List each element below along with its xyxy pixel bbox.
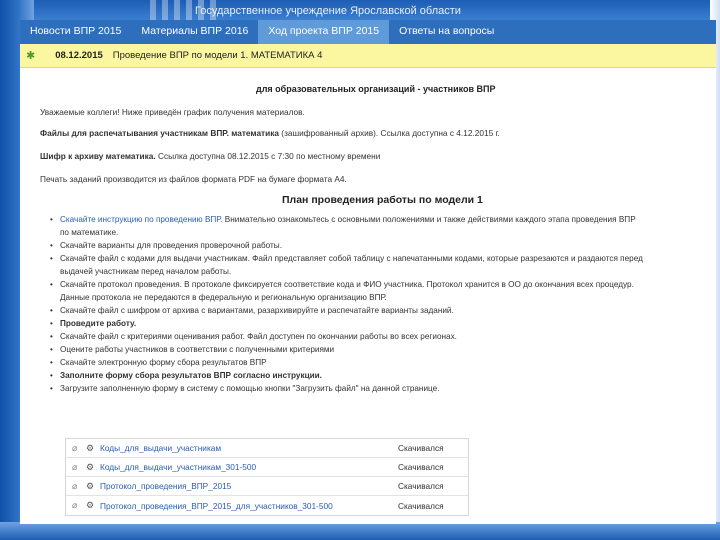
star-icon: ✱ — [26, 50, 36, 62]
list-item: Скачайте электронную форму сбора результ… — [50, 356, 714, 369]
step-link[interactable]: Скачайте инструкцию по проведению ВПР. — [60, 215, 223, 224]
plan-title: План проведения работы по модели 1 — [282, 194, 483, 206]
plan-steps-list: Скачайте инструкцию по проведению ВПР. В… — [50, 213, 714, 395]
paperclip-icon: ⌀ — [72, 461, 78, 472]
file-status: Скачивался — [398, 500, 444, 511]
paperclip-icon: ⌀ — [72, 480, 78, 491]
cipher-note-bold: Шифр к архиву математика. — [40, 151, 156, 161]
list-item: Заполните форму сбора результатов ВПР со… — [50, 369, 714, 382]
table-row: ⌀ ⚙ Протокол_проведения_ВПР_2015_для_уча… — [66, 496, 468, 515]
table-row: ⌀ ⚙ Коды_для_выдачи_участникам_301-500 С… — [66, 458, 468, 477]
nav-tabs: Новости ВПР 2015 Материалы ВПР 2016 Ход … — [20, 20, 716, 44]
greeting-text: Уважаемые коллеги! Ниже приведён график … — [40, 107, 305, 117]
announcement-bar[interactable]: ✱ 08.12.2015 Проведение ВПР по модели 1.… — [20, 44, 716, 68]
tab-progress[interactable]: Ход проекта ВПР 2015 — [258, 20, 390, 44]
file-link[interactable]: Протокол_проведения_ВПР_2015_для_участни… — [98, 501, 398, 511]
wrench-icon[interactable]: ⚙ — [86, 443, 98, 454]
files-note: Файлы для распечатывания участникам ВПР.… — [40, 128, 500, 138]
wrench-icon[interactable]: ⚙ — [86, 500, 98, 511]
list-item: Скачайте файл с критериями оценивания ра… — [50, 330, 714, 343]
list-item: Скачайте файл с шифром от архива с вариа… — [50, 304, 714, 317]
cipher-note: Шифр к архиву математика. Ссылка доступн… — [40, 151, 380, 161]
files-note-bold: Файлы для распечатывания участникам ВПР.… — [40, 128, 279, 138]
list-item: Скачайте файл с кодами для выдачи участн… — [50, 252, 714, 278]
file-link[interactable]: Коды_для_выдачи_участникам — [98, 443, 398, 453]
intro-subtitle: для образовательных организаций - участн… — [256, 84, 496, 94]
header-title: Государственное учреждение Ярославской о… — [195, 5, 461, 17]
tab-news[interactable]: Новости ВПР 2015 — [20, 20, 131, 44]
slide-bottom-bar — [0, 522, 720, 540]
list-item: Загрузите заполненную форму в систему с … — [50, 382, 714, 395]
announcement-date: 08.12.2015 — [55, 50, 103, 61]
wrench-icon[interactable]: ⚙ — [86, 481, 98, 492]
table-row: ⌀ ⚙ Коды_для_выдачи_участникам Скачивалс… — [66, 439, 468, 458]
file-status: Скачивался — [398, 443, 444, 453]
cipher-note-rest: Ссылка доступна 08.12.2015 с 7:30 по мес… — [155, 151, 381, 161]
files-table: ⌀ ⚙ Коды_для_выдачи_участникам Скачивалс… — [65, 438, 469, 516]
list-item: Скачайте протокол проведения. В протокол… — [50, 278, 714, 304]
paperclip-icon: ⌀ — [72, 442, 78, 453]
list-item: Скачайте варианты для проведения проверо… — [50, 239, 714, 252]
website-screenshot: Новости ВПР 2015 Материалы ВПР 2016 Ход … — [20, 20, 716, 524]
paperclip-icon: ⌀ — [72, 500, 78, 510]
table-row: ⌀ ⚙ Протокол_проведения_ВПР_2015 Скачива… — [66, 477, 468, 496]
file-link[interactable]: Коды_для_выдачи_участникам_301-500 — [98, 462, 398, 472]
list-item: Проведите работу. — [50, 317, 714, 330]
list-item: Скачайте инструкцию по проведению ВПР. В… — [50, 213, 714, 239]
print-note: Печать заданий производится из файлов фо… — [40, 174, 347, 184]
file-status: Скачивался — [398, 481, 444, 491]
tab-faq[interactable]: Ответы на вопросы — [389, 20, 504, 44]
tab-materials[interactable]: Материалы ВПР 2016 — [131, 20, 258, 44]
list-item: Оцените работы участников в соответствии… — [50, 343, 714, 356]
file-link[interactable]: Протокол_проведения_ВПР_2015 — [98, 481, 398, 491]
wrench-icon[interactable]: ⚙ — [86, 462, 98, 473]
file-status: Скачивался — [398, 462, 444, 472]
announcement-text[interactable]: Проведение ВПР по модели 1. МАТЕМАТИКА 4 — [113, 50, 323, 61]
files-note-rest: (зашифрованный архив). Ссылка доступна с… — [279, 128, 500, 138]
